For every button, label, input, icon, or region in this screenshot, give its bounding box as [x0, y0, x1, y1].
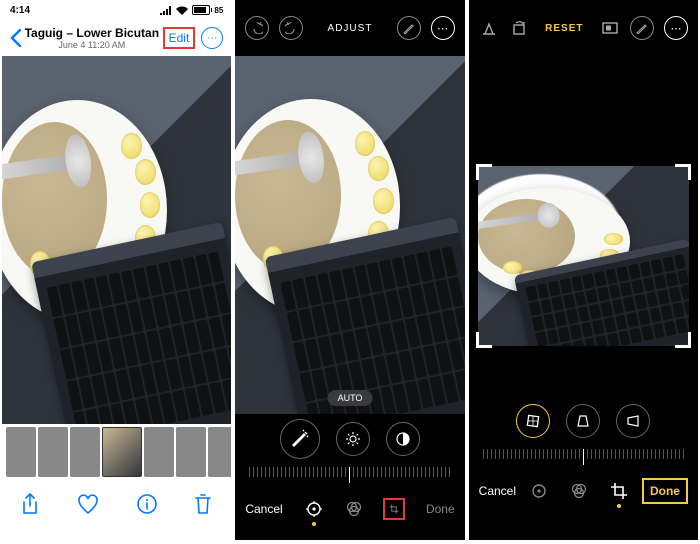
edit-mode-tabs: [303, 498, 405, 520]
status-indicators: 85: [160, 5, 223, 15]
adjust-editor-screen: ADJUST ⋯ AUTO: [235, 0, 464, 540]
crop-dials: [469, 396, 698, 446]
adjust-tab[interactable]: [528, 480, 550, 502]
markup-button[interactable]: [630, 16, 654, 40]
crop-preview[interactable]: [469, 116, 698, 396]
plugins-button[interactable]: ⋯: [664, 16, 688, 40]
more-button[interactable]: ⋯: [201, 27, 223, 49]
editor-preview[interactable]: AUTO: [235, 56, 464, 414]
crop-tab[interactable]: [608, 480, 630, 502]
undo-button[interactable]: [245, 16, 269, 40]
done-button[interactable]: Done: [642, 478, 688, 504]
crop-editor-screen: RESET ⋯: [469, 0, 698, 540]
redo-button[interactable]: [279, 16, 303, 40]
horizontal-perspective-dial[interactable]: [616, 404, 650, 438]
flip-vertical-button[interactable]: [479, 18, 499, 38]
thumbnail-strip[interactable]: [2, 424, 231, 480]
editor-top-bar: ADJUST ⋯: [235, 0, 464, 56]
aspect-ratio-button[interactable]: [600, 18, 620, 38]
wifi-icon: [176, 6, 188, 15]
value-slider[interactable]: [235, 464, 464, 486]
reset-button[interactable]: RESET: [545, 23, 583, 34]
crop-frame[interactable]: [478, 166, 689, 345]
markup-button[interactable]: [397, 16, 421, 40]
battery-icon: 85: [192, 5, 223, 15]
mode-label: ADJUST: [328, 23, 373, 34]
adjust-tab[interactable]: [303, 498, 325, 520]
date-label: June 4 11:20 AM: [25, 40, 159, 50]
back-button[interactable]: [10, 29, 21, 47]
edit-button[interactable]: Edit: [163, 27, 196, 49]
cancel-button[interactable]: Cancel: [245, 502, 282, 516]
info-button[interactable]: [137, 494, 157, 514]
brilliance-dial[interactable]: [386, 422, 420, 456]
nav-bar: Taguig – Lower Bicutan June 4 11:20 AM E…: [2, 20, 231, 56]
editor-bottom-bar: Cancel Done: [235, 486, 464, 532]
filters-tab[interactable]: [568, 480, 590, 502]
adjustment-dials: [235, 414, 464, 464]
auto-enhance-dial[interactable]: [280, 419, 320, 459]
rotate-button[interactable]: [509, 18, 529, 38]
bottom-toolbar: [2, 480, 231, 528]
favorite-button[interactable]: [77, 494, 99, 514]
done-button[interactable]: Done: [426, 502, 455, 516]
crop-handle-bl[interactable]: [476, 332, 492, 348]
clock: 4:14: [10, 5, 30, 16]
photo-title: Taguig – Lower Bicutan June 4 11:20 AM: [25, 26, 159, 50]
angle-slider[interactable]: [469, 446, 698, 468]
plugins-button[interactable]: ⋯: [431, 16, 455, 40]
auto-badge: AUTO: [328, 390, 373, 406]
crop-bottom-bar: Cancel Done: [469, 468, 698, 514]
edit-mode-tabs: [528, 480, 630, 502]
crop-tab[interactable]: [383, 498, 405, 520]
filters-tab[interactable]: [343, 498, 365, 520]
photos-viewer-screen: 4:14 85: [2, 0, 231, 540]
cancel-button[interactable]: Cancel: [479, 484, 516, 498]
signal-icon: [160, 6, 172, 15]
crop-handle-tr[interactable]: [675, 164, 691, 180]
crop-handle-tl[interactable]: [476, 164, 492, 180]
straighten-dial[interactable]: [516, 404, 550, 438]
location-label: Taguig – Lower Bicutan: [25, 26, 159, 40]
status-bar: 4:14 85: [2, 0, 231, 20]
delete-button[interactable]: [194, 493, 212, 515]
share-button[interactable]: [21, 493, 39, 515]
exposure-dial[interactable]: [336, 422, 370, 456]
photo-preview[interactable]: [2, 56, 231, 424]
crop-handle-br[interactable]: [675, 332, 691, 348]
crop-top-bar: RESET ⋯: [469, 0, 698, 56]
vertical-perspective-dial[interactable]: [566, 404, 600, 438]
